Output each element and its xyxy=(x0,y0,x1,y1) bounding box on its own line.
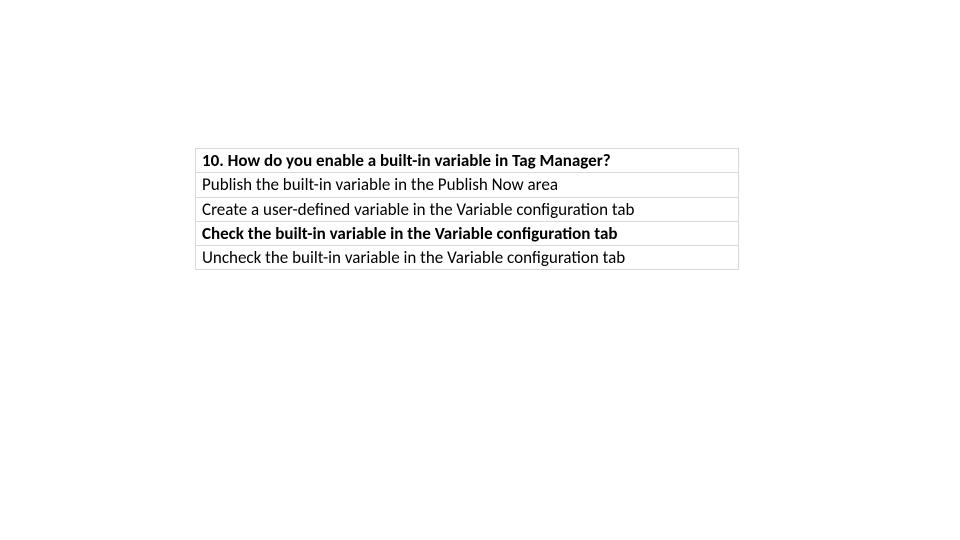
table-row: 10. How do you enable a built-in variabl… xyxy=(196,149,739,173)
table-row: Publish the built-in variable in the Pub… xyxy=(196,173,739,197)
question-table: 10. How do you enable a built-in variabl… xyxy=(195,148,739,270)
answer-option-correct: Check the built-in variable in the Varia… xyxy=(196,221,739,245)
slide-canvas: 10. How do you enable a built-in variabl… xyxy=(0,0,960,540)
table-row: Create a user-defined variable in the Va… xyxy=(196,197,739,221)
answer-option: Uncheck the built-in variable in the Var… xyxy=(196,246,739,270)
answer-option: Create a user-defined variable in the Va… xyxy=(196,197,739,221)
table-row: Uncheck the built-in variable in the Var… xyxy=(196,246,739,270)
table-row: Check the built-in variable in the Varia… xyxy=(196,221,739,245)
answer-option: Publish the built-in variable in the Pub… xyxy=(196,173,739,197)
question-prompt: 10. How do you enable a built-in variabl… xyxy=(196,149,739,173)
